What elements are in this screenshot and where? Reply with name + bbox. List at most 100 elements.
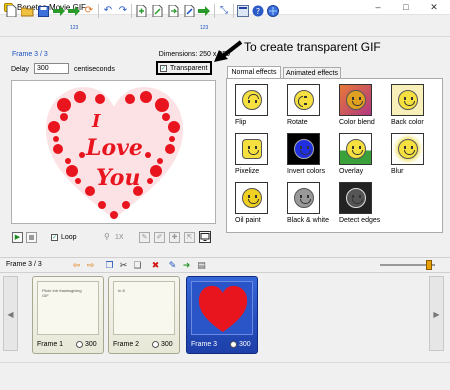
copy-icon[interactable]: ❐ [104,259,115,271]
rotate-icon[interactable]: ⟳ [82,4,96,18]
edges-smiley-icon [339,182,372,214]
toolbar-separator [233,4,234,18]
effect-blur[interactable]: Blur [383,133,433,179]
frame-thumbnail-2[interactable]: In 8 Frame 2 300 [108,276,180,354]
frame-thumbnail-1[interactable]: Flickr intr thanksgiving GIF Frame 1 300 [32,276,104,354]
heart-text-you: You [96,165,140,191]
move-left-icon[interactable]: ⇦ [71,259,82,271]
badge-123: 123 [70,25,79,31]
scroll-left-button[interactable]: ◀ [3,276,18,351]
frame-name: Frame 2 [113,341,140,348]
export-frames-icon[interactable] [67,4,81,18]
effect-oil-paint[interactable]: Oil paint [227,182,277,228]
insert-frame-icon[interactable] [150,4,164,18]
frame-thumbnail-3[interactable]: Frame 3 300 [186,276,258,354]
toolbar-separator [131,4,132,18]
frame-name: Frame 1 [37,341,64,348]
effect-label: Black & white [287,217,330,224]
clock-icon [230,341,237,348]
effect-rotate[interactable]: Rotate [279,84,329,130]
thumbnail-text: Flickr intr thanksgiving GIF [42,288,82,298]
preview-move-icon[interactable]: ✚ [169,232,180,243]
heart-text-love: Love [85,135,143,161]
resize-icon[interactable]: ⤡ [217,4,231,18]
export-frame-icon[interactable]: ➜ [181,259,192,271]
annotation-arrow-icon [214,40,243,62]
delete-icon[interactable]: ✖ [150,259,161,271]
slider-thumb[interactable] [426,260,432,270]
effect-invert-colors[interactable]: Invert colors [279,133,329,179]
clock-icon [76,341,83,348]
export-icon[interactable] [52,4,66,18]
about-icon[interactable] [266,4,280,18]
move-right-icon[interactable]: ⇨ [85,259,96,271]
frame-strip-counter: Frame 3 / 3 [6,261,42,268]
transparent-checkbox[interactable]: ✓ [160,65,167,72]
monitor-icon[interactable] [199,231,211,243]
preferences-icon[interactable] [236,4,250,18]
status-bar [0,362,450,390]
preview-fit-icon[interactable]: ⇱ [184,232,195,243]
preview-edit-icon[interactable]: ✎ [139,232,150,243]
heart-image: I Love You [46,87,183,219]
minimize-button[interactable]: – [364,0,392,15]
close-button[interactable]: ✕ [420,0,448,15]
toolbar [0,15,450,37]
redo-icon[interactable]: ↷ [116,4,130,18]
numbered-frames-icon[interactable] [197,4,211,18]
invert-smiley-icon [287,133,320,165]
transparent-label[interactable]: Transparent [170,65,207,72]
effect-flip[interactable]: Flip [227,84,277,130]
bw-smiley-icon [287,182,320,214]
effect-label: Detect edges [339,217,381,224]
heart-thumbnail-icon [198,285,248,333]
badge-123: 123 [200,25,209,31]
delay-label: Delay [11,66,29,73]
effect-overlay[interactable]: Overlay [331,133,381,179]
maximize-button[interactable]: □ [392,0,420,15]
effect-color-blend[interactable]: Color blend [331,84,381,130]
new-icon[interactable] [4,4,18,18]
rotate-smiley-icon [287,84,320,116]
frame-delay: 300 [239,341,251,348]
effect-label: Back color [391,119,424,126]
effect-label: Rotate [287,119,308,126]
effects-panel: Flip Rotate Color blend Back color Pixel… [226,78,443,233]
add-frame-icon[interactable] [134,4,148,18]
delay-input[interactable]: 300 [34,63,69,74]
scroll-right-button[interactable]: ▶ [429,276,444,351]
save-icon[interactable] [36,4,50,18]
zoom-level: 1X [115,234,124,241]
delay-unit-label: centiseconds [74,66,115,73]
effect-pixelize[interactable]: Pixelize [227,133,277,179]
thumbnail-text: In 8 [118,288,125,293]
effect-black-white[interactable]: Black & white [279,182,329,228]
color-blend-smiley-icon [339,84,372,116]
paste-icon[interactable]: ❏ [132,259,143,271]
preview-pen-icon[interactable]: ✐ [154,232,165,243]
edit-frame-icon[interactable] [182,4,196,18]
frame-name: Frame 3 [191,341,218,348]
cut-icon[interactable]: ✂ [118,259,129,271]
help-icon[interactable]: ? [251,4,265,18]
effect-detect-edges[interactable]: Detect edges [331,182,381,228]
flip-smiley-icon [235,84,268,116]
stop-button[interactable] [26,232,37,243]
edit-icon[interactable]: ✎ [167,259,178,271]
undo-icon[interactable]: ↶ [101,4,115,18]
open-icon[interactable] [20,4,34,18]
properties-icon[interactable]: ▤ [196,259,207,271]
loop-label[interactable]: Loop [61,234,77,241]
zoom-icon[interactable]: ⚲ [104,232,110,241]
import-frames-icon[interactable] [166,4,180,18]
loop-checkbox[interactable]: ✓ [51,234,58,241]
pixelize-smiley-icon [235,133,268,165]
overlay-smiley-icon [339,133,372,165]
annotation-text: To create transparent GIF [244,40,381,54]
frame-counter: Frame 3 / 3 [12,51,48,58]
play-button[interactable]: ▶ [12,232,23,243]
heart-text-i: I [91,111,101,132]
frame-thumbnail-image [191,281,253,335]
effect-back-color[interactable]: Back color [383,84,433,130]
effect-label: Overlay [339,168,364,175]
